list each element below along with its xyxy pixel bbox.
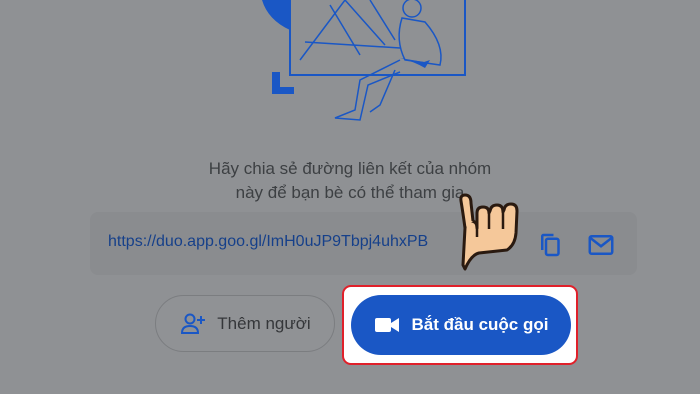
add-people-label: Thêm người xyxy=(217,313,311,333)
invite-link-box: https://duo.app.goo.gl/ImH0uJP9Tbpj4uhxP… xyxy=(90,212,637,275)
add-person-icon xyxy=(181,313,206,334)
share-instructions-line-1: Hãy chia sẻ đường liên kết của nhóm xyxy=(208,159,492,178)
start-call-button[interactable]: Bắt đầu cuộc gọi xyxy=(351,295,571,355)
email-icon[interactable] xyxy=(586,230,616,260)
add-people-button[interactable]: Thêm người xyxy=(155,295,335,352)
start-call-label: Bắt đầu cuộc gọi xyxy=(411,315,549,334)
pointing-hand-icon xyxy=(459,193,519,271)
share-instructions: Hãy chia sẻ đường liên kết của nhóm này … xyxy=(0,157,700,205)
illustration-person-relaxing xyxy=(262,0,466,121)
invite-link[interactable]: https://duo.app.goo.gl/ImH0uJP9Tbpj4uhxP… xyxy=(108,233,468,251)
share-instructions-line-2: này để bạn bè có thể tham gia xyxy=(235,183,465,202)
copy-icon[interactable] xyxy=(536,230,566,260)
video-camera-icon xyxy=(374,318,399,332)
